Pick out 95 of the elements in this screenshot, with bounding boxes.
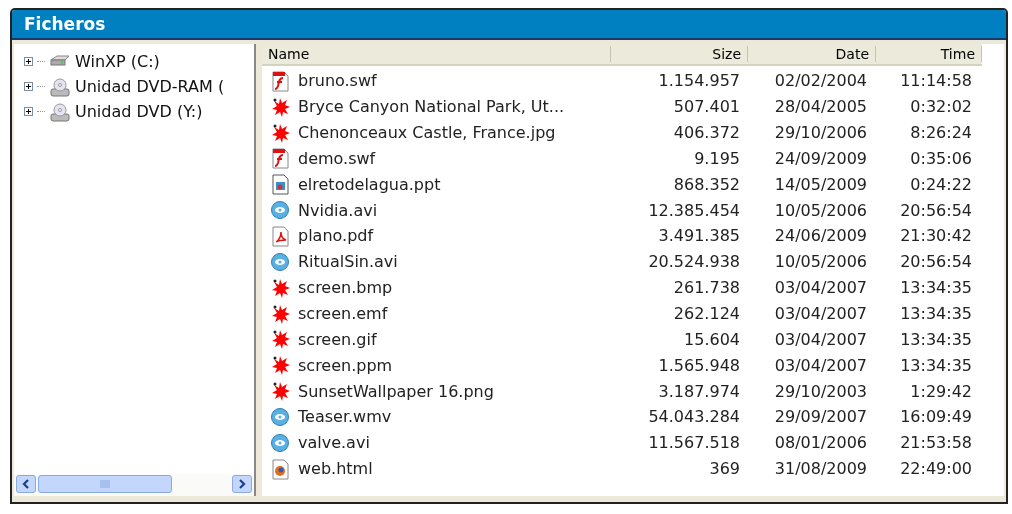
file-name[interactable]: Teaser.wmv bbox=[298, 407, 392, 427]
tree-item[interactable]: Unidad DVD (Y:) bbox=[75, 102, 203, 121]
file-name[interactable]: demo.swf bbox=[298, 148, 376, 168]
file-name[interactable]: screen.bmp bbox=[298, 278, 393, 298]
splat-icon bbox=[270, 354, 290, 377]
column-header[interactable]: Time bbox=[876, 46, 982, 62]
window-title: Ficheros bbox=[12, 10, 1006, 40]
expand-toggle[interactable] bbox=[24, 82, 33, 91]
file-name[interactable]: RitualSin.avi bbox=[298, 252, 398, 272]
disc-icon bbox=[270, 250, 290, 273]
chevron-right-icon bbox=[238, 479, 246, 489]
tree-item[interactable]: WinXP (C:) bbox=[75, 52, 160, 71]
file-date: 24/09/2009 bbox=[773, 148, 868, 168]
file-name[interactable]: Chenonceaux Castle, France.jpg bbox=[298, 123, 556, 143]
scroll-right-button[interactable] bbox=[232, 475, 252, 493]
pdf-file-icon bbox=[270, 225, 290, 247]
file-name[interactable]: screen.gif bbox=[298, 329, 377, 349]
globe-file-icon bbox=[270, 457, 290, 480]
file-time: 20:56:54 bbox=[899, 252, 973, 272]
file-size: 3.491.385 bbox=[657, 226, 741, 246]
file-date: 03/04/2007 bbox=[773, 278, 868, 298]
file-time: 1:29:42 bbox=[909, 381, 973, 401]
column-header[interactable]: Date bbox=[748, 46, 876, 62]
file-name[interactable]: elretodelagua.ppt bbox=[298, 174, 441, 194]
file-time: 13:34:35 bbox=[899, 304, 973, 323]
file-size: 20.524.938 bbox=[647, 252, 741, 272]
file-name[interactable]: bruno.swf bbox=[298, 71, 377, 91]
disc-drive-icon bbox=[49, 76, 71, 97]
column-header[interactable]: Name bbox=[262, 46, 611, 62]
file-time: 0:24:22 bbox=[909, 174, 973, 194]
grip-icon bbox=[100, 480, 110, 488]
file-size: 507.401 bbox=[672, 97, 741, 117]
file-name[interactable]: Nvidia.avi bbox=[298, 200, 378, 220]
disc-icon bbox=[270, 405, 290, 428]
file-size: 12.385.454 bbox=[647, 200, 741, 220]
file-size: 262.124 bbox=[672, 304, 741, 323]
file-date: 02/02/2004 bbox=[773, 71, 868, 91]
file-name[interactable]: SunsetWallpaper 16.png bbox=[298, 381, 494, 401]
file-time: 13:34:35 bbox=[899, 329, 973, 349]
file-date: 14/05/2009 bbox=[773, 174, 868, 194]
file-date: 29/09/2007 bbox=[773, 407, 868, 427]
file-size: 406.372 bbox=[672, 123, 741, 143]
file-date: 03/04/2007 bbox=[773, 304, 868, 323]
disc-drive-icon bbox=[49, 101, 71, 122]
file-time: 21:30:42 bbox=[899, 226, 973, 246]
file-size: 261.738 bbox=[672, 278, 741, 298]
disc-icon bbox=[270, 431, 290, 454]
file-time: 0:32:02 bbox=[909, 97, 973, 117]
file-time: 20:56:54 bbox=[899, 200, 973, 220]
file-size: 3.187.974 bbox=[657, 381, 741, 401]
file-size: 1.154.957 bbox=[657, 71, 741, 91]
file-time: 13:34:35 bbox=[899, 278, 973, 298]
file-date: 24/06/2009 bbox=[773, 226, 868, 246]
file-size: 9.195 bbox=[693, 148, 741, 168]
file-time: 11:14:58 bbox=[899, 71, 973, 91]
file-time: 21:53:58 bbox=[899, 433, 973, 453]
file-name[interactable]: Bryce Canyon National Park, Ut... bbox=[298, 97, 565, 117]
file-date: 10/05/2006 bbox=[773, 252, 868, 272]
chevron-left-icon bbox=[22, 479, 30, 489]
file-date: 10/05/2006 bbox=[773, 200, 868, 220]
file-name[interactable]: plano.pdf bbox=[298, 226, 374, 246]
disc-icon bbox=[270, 199, 290, 222]
file-name[interactable]: screen.ppm bbox=[298, 355, 393, 375]
column-header[interactable]: Size bbox=[611, 46, 748, 62]
flash-file-icon bbox=[270, 147, 290, 170]
file-size: 15.604 bbox=[683, 329, 741, 349]
file-time: 16:09:49 bbox=[899, 407, 973, 427]
scrollbar-thumb[interactable] bbox=[38, 475, 172, 493]
file-size: 11.567.518 bbox=[647, 433, 741, 453]
file-date: 29/10/2003 bbox=[773, 381, 868, 401]
file-time: 13:34:35 bbox=[899, 355, 973, 375]
file-date: 29/10/2006 bbox=[773, 123, 868, 143]
file-date: 31/08/2009 bbox=[773, 459, 868, 479]
tree-item[interactable]: Unidad DVD-RAM ( bbox=[75, 77, 225, 96]
file-time: 0:35:06 bbox=[909, 148, 973, 168]
file-size: 1.565.948 bbox=[657, 355, 741, 375]
file-size: 369 bbox=[708, 459, 741, 479]
file-name[interactable]: valve.avi bbox=[298, 433, 370, 453]
file-date: 28/04/2005 bbox=[773, 97, 868, 117]
flash-file-icon bbox=[270, 69, 290, 92]
file-date: 03/04/2007 bbox=[773, 329, 868, 349]
splat-icon bbox=[270, 380, 290, 403]
file-time: 22:49:00 bbox=[899, 459, 973, 479]
file-time: 8:26:24 bbox=[909, 123, 973, 143]
file-size: 54.043.284 bbox=[647, 407, 741, 427]
file-size: 868.352 bbox=[672, 174, 741, 194]
expand-toggle[interactable] bbox=[24, 107, 33, 116]
file-name[interactable]: web.html bbox=[298, 459, 373, 479]
presentation-file-icon bbox=[270, 173, 290, 196]
file-date: 08/01/2006 bbox=[773, 433, 868, 453]
scroll-left-button[interactable] bbox=[16, 475, 36, 493]
file-date: 03/04/2007 bbox=[773, 355, 868, 375]
splat-icon bbox=[270, 328, 290, 351]
expand-toggle[interactable] bbox=[24, 57, 33, 66]
file-name[interactable]: screen.emf bbox=[298, 304, 388, 323]
